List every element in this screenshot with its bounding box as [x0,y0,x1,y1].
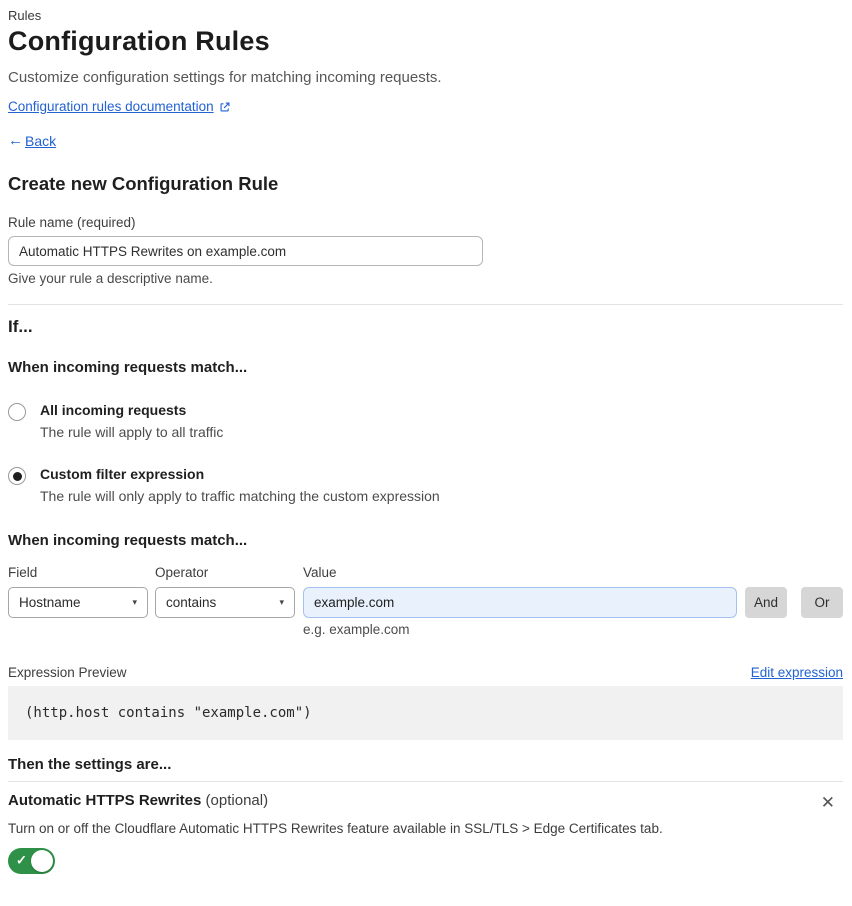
setting-optional-label: (optional) [205,792,269,809]
page-title: Configuration Rules [8,26,270,56]
documentation-link[interactable]: Configuration rules documentation [8,99,214,114]
incoming-requests-match-heading: When incoming requests match... [8,359,248,376]
filter-match-heading: When incoming requests match... [8,532,248,549]
radio-option-label: Custom filter expression [40,466,205,482]
section-divider [8,304,843,305]
and-button[interactable]: And [745,587,787,618]
external-link-icon [219,101,231,113]
radio-option-label: All incoming requests [40,402,187,418]
setting-description: Turn on or off the Cloudflare Automatic … [8,821,663,836]
then-settings-heading: Then the settings are... [8,756,172,773]
radio-option-custom-filter-expression[interactable]: Custom filter expression The rule will o… [8,466,843,504]
chevron-down-icon: ▾ [279,597,284,607]
radio-button-selected[interactable] [8,467,26,485]
edit-expression-link[interactable]: Edit expression [751,665,843,680]
expression-preview-label: Expression Preview [8,665,127,680]
operator-select-value: contains [166,595,217,610]
operator-select[interactable]: contains ▾ [155,587,295,618]
radio-option-all-incoming-requests[interactable]: All incoming requests The rule will appl… [8,402,843,440]
chevron-down-icon: ▾ [132,597,137,607]
value-example-helper: e.g. example.com [303,622,410,637]
operator-label: Operator [155,565,209,580]
back-arrow-icon: ← [8,132,23,149]
radio-button-unselected[interactable] [8,403,26,421]
expression-preview-box: (http.host contains "example.com") [8,686,843,740]
field-select[interactable]: Hostname ▾ [8,587,148,618]
field-select-value: Hostname [19,595,81,610]
back-link[interactable]: Back [25,133,56,149]
or-button[interactable]: Or [801,587,843,618]
automatic-https-rewrites-toggle[interactable]: ✓ [8,848,55,874]
radio-option-description: The rule will only apply to traffic matc… [40,488,440,504]
configuration-rules-page: Rules Configuration Rules Customize conf… [0,0,852,874]
filter-expression-builder: Field Hostname ▾ Operator contains ▾ Val… [8,565,843,637]
setting-title: Automatic HTTPS Rewrites (optional) [8,792,268,809]
rule-name-helper: Give your rule a descriptive name. [8,271,213,286]
check-icon: ✓ [16,852,27,868]
rule-name-input[interactable] [8,236,483,266]
breadcrumb: Rules [8,8,42,23]
setting-name: Automatic HTTPS Rewrites [8,792,202,809]
value-label: Value [303,565,337,580]
radio-dot [12,471,22,481]
page-subtitle: Customize configuration settings for mat… [8,69,442,86]
if-heading: If... [8,317,33,336]
remove-setting-button[interactable]: ✕ [815,792,841,813]
field-label: Field [8,565,38,580]
toggle-knob [31,850,53,872]
setting-divider [8,781,843,782]
rule-name-label: Rule name (required) [8,215,136,230]
value-input[interactable] [303,587,737,618]
create-rule-heading: Create new Configuration Rule [8,173,279,194]
radio-option-description: The rule will apply to all traffic [40,424,224,440]
expression-code: (http.host contains "example.com") [25,705,312,721]
close-icon: ✕ [820,793,835,812]
